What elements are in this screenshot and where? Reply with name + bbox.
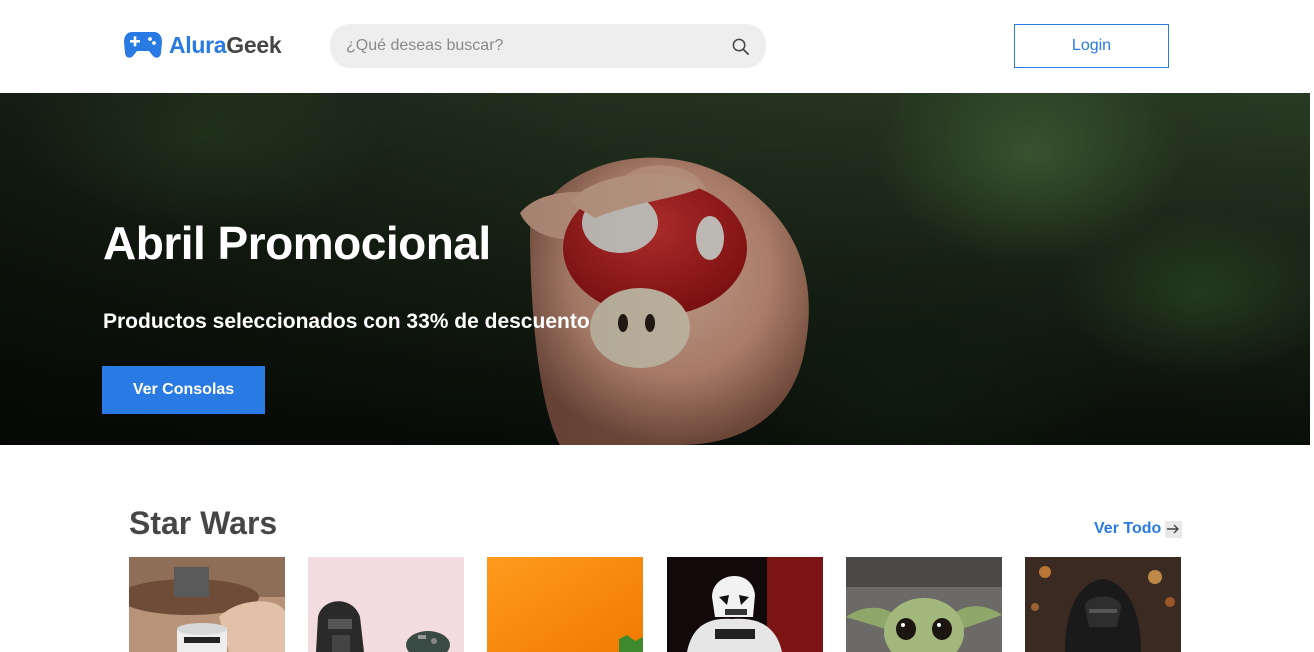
kylo-ren-photo [1025,557,1181,652]
search-bar [330,24,766,68]
login-button[interactable]: Login [1014,24,1169,68]
logo-text-alura: Alura [169,31,227,58]
product-card[interactable] [846,557,1002,652]
product-row [129,557,1181,652]
stormtrooper-mug-photo [129,557,285,652]
logo[interactable]: AluraGeek [123,29,282,61]
product-card[interactable] [129,557,285,652]
view-all-label: Ver Todo [1094,520,1162,537]
view-consoles-button[interactable]: Ver Consolas [102,366,265,414]
header: AluraGeek Login [0,0,1314,93]
hero-banner: Abril Promocional Productos seleccionado… [0,93,1310,445]
product-card[interactable] [308,557,464,652]
yoda-orange-photo [487,557,643,652]
baby-yoda-photo [846,557,1002,652]
gamepad-icon [124,32,162,58]
view-all-link[interactable]: Ver Todo [1094,520,1183,538]
lego-darth-vader-photo [308,557,464,652]
logo-text-geek: Geek [226,31,282,58]
search-input[interactable] [330,24,720,68]
stormtrooper-figure-photo [667,557,823,652]
product-card[interactable] [1025,557,1181,652]
section-title: Star Wars [129,505,278,541]
hero-title: Abril Promocional [103,217,491,269]
arrow-right-icon [1165,520,1183,538]
hero-subtitle: Productos seleccionados con 33% de descu… [103,310,590,333]
search-icon[interactable] [731,37,750,56]
logo-text: AluraGeek [169,31,282,59]
product-card[interactable] [667,557,823,652]
product-card[interactable] [487,557,643,652]
